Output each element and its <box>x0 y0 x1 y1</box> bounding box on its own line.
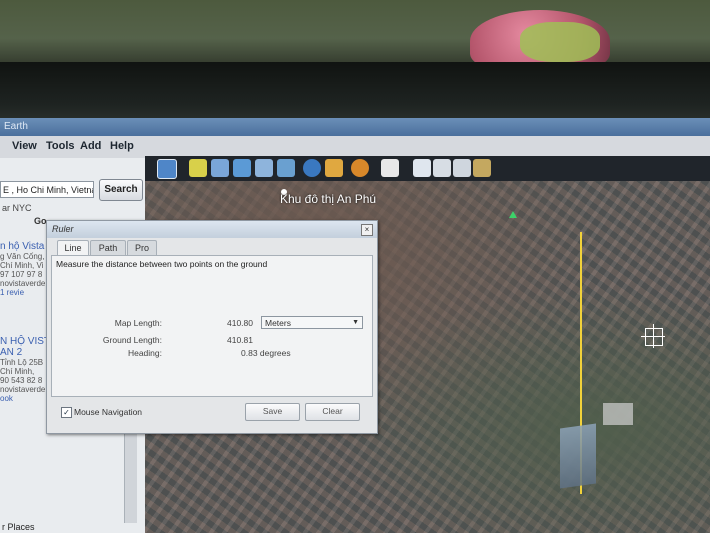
result-item-1[interactable]: n hộ Vista g Văn Cống, Chí Minh, Vi 97 1… <box>0 241 45 297</box>
unit-select[interactable]: Meters ▼ <box>261 316 363 329</box>
menu-bar: View Tools Add Help <box>0 136 710 158</box>
result-item-2[interactable]: N HỘ VIST AN 2 Tỉnh Lộ 25B Chí Minh, 90 … <box>0 336 50 403</box>
result-line: Chí Minh, Vi <box>0 261 44 270</box>
result-title: n hộ Vista <box>0 241 45 252</box>
maps-icon[interactable] <box>453 159 471 177</box>
unit-select-value: Meters <box>265 318 291 328</box>
map-place-label[interactable]: Khu đô thị An Phú <box>280 192 376 206</box>
search-input[interactable]: E , Ho Chi Minh, Vietnam <box>0 181 94 198</box>
result-line: 97 107 97 8 <box>0 270 43 279</box>
toolbar <box>145 156 710 181</box>
tab-path[interactable]: Path <box>90 240 126 256</box>
heading-value: 0.83 degrees <box>241 348 291 358</box>
ruler-description: Measure the distance between two points … <box>56 259 268 269</box>
email-icon[interactable] <box>413 159 431 177</box>
ground-length-label: Ground Length: <box>102 335 162 345</box>
sunlight-icon[interactable] <box>325 159 343 177</box>
clear-button[interactable]: Clear <box>305 403 360 421</box>
close-icon[interactable]: × <box>361 224 373 236</box>
print-icon[interactable] <box>433 159 451 177</box>
building-tower <box>560 423 596 489</box>
overlay-icon[interactable] <box>255 159 273 177</box>
monitor-bezel <box>0 62 710 122</box>
ruler-icon[interactable] <box>381 159 399 177</box>
result-line: novistaverde <box>0 385 46 394</box>
result-line: 90 543 82 8 <box>0 376 43 385</box>
placemark-icon[interactable] <box>189 159 207 177</box>
result-line: Chí Minh, <box>0 367 35 376</box>
heading-label: Heading: <box>127 348 162 358</box>
result-link[interactable]: ook <box>0 394 50 403</box>
result-line: Tỉnh Lộ 25B <box>0 358 44 367</box>
map-length-value: 410.80 <box>227 318 253 328</box>
sidebar-toggle-icon[interactable] <box>157 159 177 179</box>
planet-icon[interactable] <box>351 159 369 177</box>
go-button[interactable]: Go <box>34 216 47 226</box>
screen: Earth View Tools Add Help E , Ho Chi Min… <box>0 118 710 533</box>
tour-icon[interactable] <box>277 159 295 177</box>
menu-add[interactable]: Add <box>80 140 101 152</box>
tab-pro[interactable]: Pro <box>127 240 157 256</box>
menu-view[interactable]: View <box>12 140 37 152</box>
result-title-2: AN 2 <box>0 347 23 358</box>
path-icon[interactable] <box>233 159 251 177</box>
mouse-navigation-label: Mouse Navigation <box>74 407 143 417</box>
result-line: g Văn Cống, <box>0 252 45 261</box>
ruler-panel: Measure the distance between two points … <box>51 255 373 397</box>
map-length-label: Map Length: <box>114 318 162 328</box>
placemark-pin-icon[interactable] <box>509 211 517 218</box>
save-button[interactable]: Save <box>245 403 300 421</box>
ground-length-value: 410.81 <box>227 335 253 345</box>
earth-icon[interactable] <box>303 159 321 177</box>
plush-toy-detail <box>520 22 600 62</box>
window-title: Earth <box>0 118 710 136</box>
places-header[interactable]: r Places <box>2 522 35 532</box>
kml-icon[interactable] <box>473 159 491 177</box>
menu-help[interactable]: Help <box>110 140 134 152</box>
result-link[interactable]: 1 revie <box>0 288 45 297</box>
search-hint: ar NYC <box>2 203 32 213</box>
search-button[interactable]: Search <box>99 179 143 201</box>
polygon-icon[interactable] <box>211 159 229 177</box>
crosshair-icon <box>641 324 665 348</box>
menu-tools[interactable]: Tools <box>46 140 75 152</box>
result-line: novistaverde <box>0 279 46 288</box>
result-title: N HỘ VIST <box>0 336 51 347</box>
chevron-down-icon: ▼ <box>352 319 359 326</box>
ruler-dialog: Ruler × Line Path Pro Measure the distan… <box>46 220 378 434</box>
mouse-navigation-checkbox[interactable]: ✓ <box>61 407 72 418</box>
building <box>603 403 633 425</box>
ruler-title[interactable]: Ruler <box>47 221 377 238</box>
